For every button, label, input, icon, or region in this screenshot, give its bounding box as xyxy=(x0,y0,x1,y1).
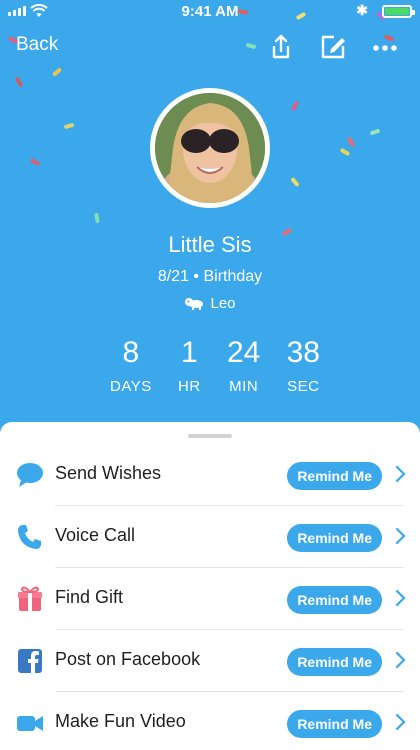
countdown-hours: 1 HR xyxy=(178,336,201,395)
remind-me-button[interactable]: Remind Me xyxy=(287,524,382,552)
countdown-value: 38 xyxy=(286,336,320,369)
action-label: Make Fun Video xyxy=(55,711,186,731)
action-label: Send Wishes xyxy=(55,463,162,483)
chevron-right-icon xyxy=(395,651,406,669)
countdown-value: 1 xyxy=(181,336,198,369)
share-icon[interactable] xyxy=(266,32,296,62)
countdown-unit: MIN xyxy=(229,378,259,395)
chevron-right-icon xyxy=(395,713,406,731)
chat-bubble-icon xyxy=(17,463,43,487)
contact-name: Little Sis xyxy=(168,232,252,257)
countdown-days: 8 DAYS xyxy=(110,336,152,395)
countdown-value: 24 xyxy=(226,336,261,369)
status-bar: 9:41 AM ✱ xyxy=(0,0,420,24)
remind-me-button[interactable]: Remind Me xyxy=(287,586,382,614)
chevron-right-icon xyxy=(395,589,406,607)
countdown-timer: 8 DAYS 1 HR 24 MIN 38 SEC xyxy=(110,336,320,395)
action-label: Voice Call xyxy=(55,525,136,545)
remind-me-button[interactable]: Remind Me xyxy=(287,710,382,738)
countdown-unit: SEC xyxy=(287,378,320,395)
edit-icon[interactable] xyxy=(318,32,348,62)
countdown-unit: HR xyxy=(178,378,201,395)
countdown-minutes: 24 MIN xyxy=(227,336,260,395)
leo-icon xyxy=(185,298,204,310)
action-row-post-facebook[interactable]: Post on Facebook Remind Me xyxy=(0,630,420,692)
action-label: Post on Facebook xyxy=(55,649,201,669)
action-row-make-video[interactable]: Make Fun Video Remind Me xyxy=(0,692,420,750)
avatar-photo xyxy=(155,93,265,203)
chevron-right-icon xyxy=(395,465,406,483)
zodiac-sign: Leo xyxy=(0,295,420,312)
remind-me-button[interactable]: Remind Me xyxy=(287,648,382,676)
drag-handle[interactable] xyxy=(188,434,232,438)
facebook-icon xyxy=(18,649,42,673)
phone-icon xyxy=(18,525,41,549)
gift-icon xyxy=(18,586,42,611)
action-label: Find Gift xyxy=(55,587,124,607)
action-row-voice-call[interactable]: Voice Call Remind Me xyxy=(0,506,420,568)
more-icon[interactable] xyxy=(370,32,400,62)
avatar xyxy=(150,88,270,208)
countdown-seconds: 38 SEC xyxy=(287,336,320,395)
countdown-unit: DAYS xyxy=(110,378,152,395)
bluetooth-icon: ✱ xyxy=(356,2,368,18)
nav-bar: Back xyxy=(0,30,420,64)
remind-me-button[interactable]: Remind Me xyxy=(287,462,382,490)
birthday-detail-screen: 9:41 AM ✱ Back Little Sis 8/21 • Birthda… xyxy=(0,0,420,750)
back-button[interactable]: Back xyxy=(16,34,58,56)
actions-sheet: Send Wishes Remind Me Voice Call Remind … xyxy=(0,422,420,750)
action-row-send-wishes[interactable]: Send Wishes Remind Me xyxy=(0,444,420,506)
event-date: 8/21 • Birthday xyxy=(157,268,263,285)
battery-icon xyxy=(382,5,415,18)
video-camera-icon xyxy=(17,716,43,731)
countdown-value: 8 xyxy=(122,336,140,369)
action-row-find-gift[interactable]: Find Gift Remind Me xyxy=(0,568,420,630)
chevron-right-icon xyxy=(395,527,406,545)
zodiac-label: Leo xyxy=(210,295,236,312)
